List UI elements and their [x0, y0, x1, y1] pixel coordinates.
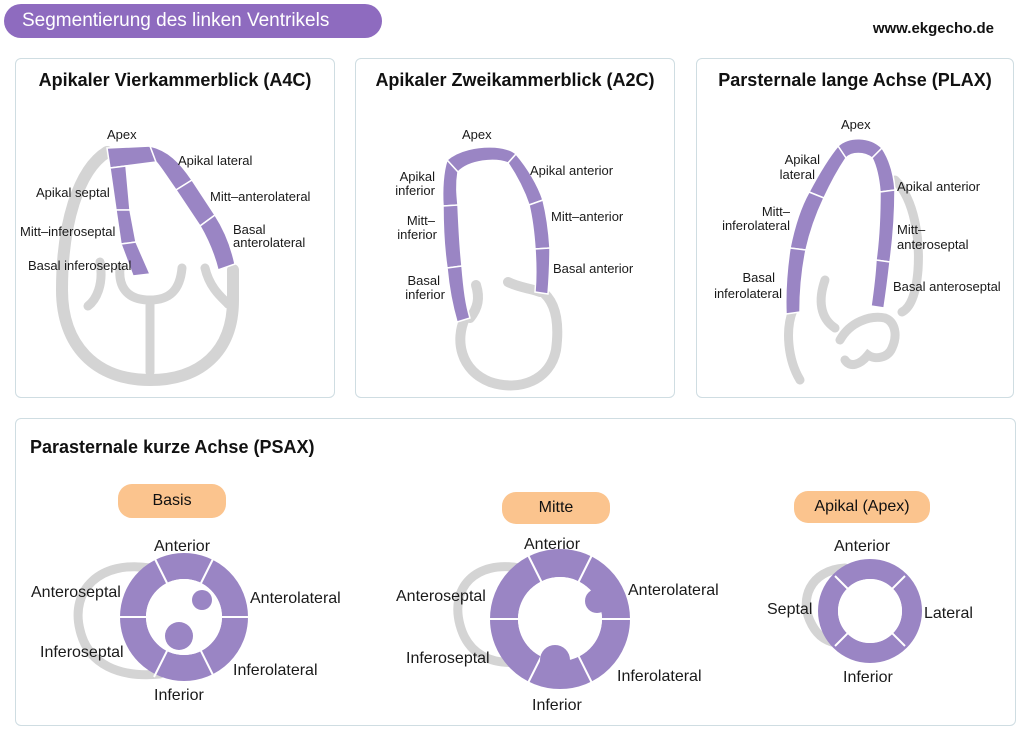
psax-mitte-label-inferoseptal: Inferoseptal [406, 650, 490, 667]
psax-basis-label-anterolateral: Anterolateral [250, 590, 341, 607]
psax-apex-label-inferior: Inferior [843, 669, 893, 686]
psax-apex-label-lateral: Lateral [924, 605, 973, 622]
psax-mitte-label-inferolateral: Inferolateral [617, 668, 702, 685]
psax-basis-label-inferior: Inferior [154, 687, 204, 704]
psax-mitte-label-anterior: Anterior [524, 536, 581, 553]
psax-basis-label-inferoseptal: Inferoseptal [40, 644, 124, 661]
psax-basis-papillary-2 [165, 622, 193, 650]
psax-mitte-label-anteroseptal: Anteroseptal [396, 588, 486, 605]
psax-apex-label-septal: Septal [767, 601, 813, 618]
psax-mitte-papillary-2 [540, 645, 570, 675]
psax-basis-label-anteroseptal: Anteroseptal [31, 584, 121, 601]
psax-apex-label-anterior: Anterior [834, 538, 891, 555]
psax-diagrams [73, 549, 922, 689]
psax-mitte-label-inferior: Inferior [532, 697, 582, 714]
psax-apex-ring [801, 559, 922, 663]
psax-mitte-label-anterolateral: Anterolateral [628, 582, 719, 599]
psax-basis-label-inferolateral: Inferolateral [233, 662, 318, 679]
psax-basis-papillary-1 [192, 590, 212, 610]
psax-basis-label-anterior: Anterior [154, 538, 211, 555]
psax-mitte-papillary-1 [585, 589, 609, 613]
